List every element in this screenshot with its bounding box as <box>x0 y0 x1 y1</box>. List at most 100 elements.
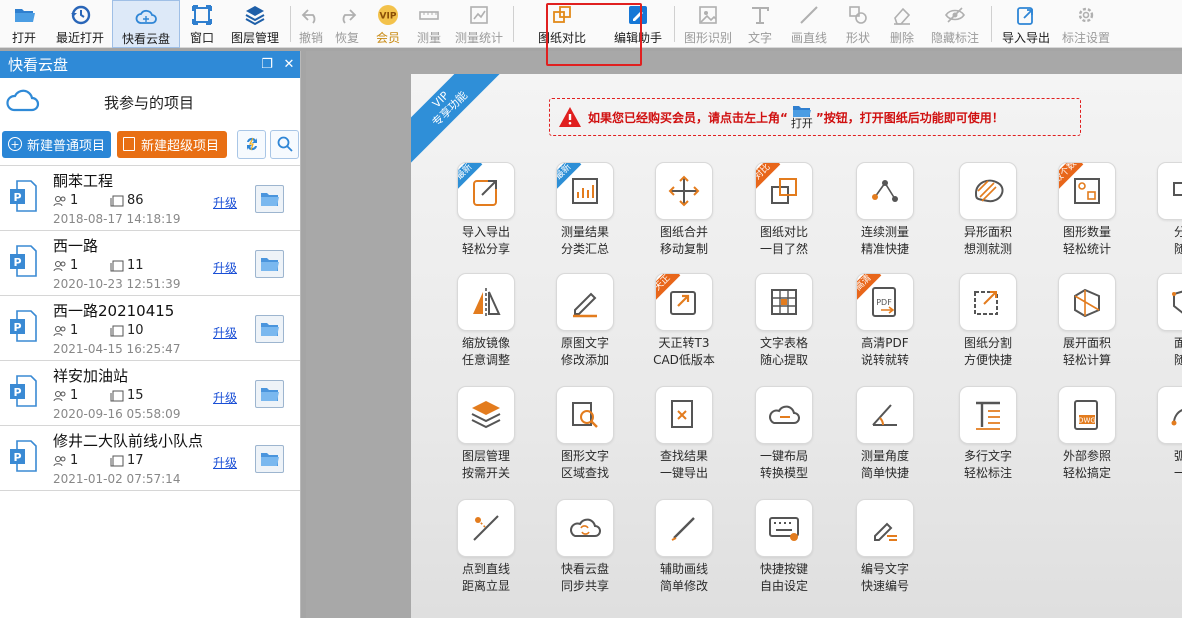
sync-button[interactable] <box>237 129 266 159</box>
feature-icon-box <box>655 386 713 444</box>
upgrade-link[interactable]: 升级 <box>213 454 237 471</box>
feature-tile[interactable]: 最新 导入导出 轻松分享 <box>446 162 526 258</box>
feature-label: 面积 随心 <box>1173 336 1182 367</box>
feature-label: 一键布局 转换模型 <box>759 449 808 480</box>
project-row[interactable]: P 西一路 1 11 2020-10-23 12:51:39 升级 <box>0 231 300 296</box>
line-icon <box>800 6 818 24</box>
feature-tile[interactable]: DWG 外部参照 轻松搞定 <box>1047 386 1127 482</box>
feature-label: 图纸分割 方便快捷 <box>963 336 1012 367</box>
upgrade-link[interactable]: 升级 <box>213 259 237 276</box>
import-export-icon <box>473 180 497 206</box>
upgrade-link[interactable]: 升级 <box>213 389 237 406</box>
feature-icon-box <box>755 273 813 331</box>
toolbar-hide-annotations-button[interactable]: 隐藏标注 <box>923 0 987 48</box>
hide-icon <box>945 7 965 23</box>
toolbar-redo-button[interactable]: 恢复 <box>327 0 367 48</box>
search-button[interactable] <box>270 129 299 159</box>
feature-tile[interactable]: 图纸合并 移动复制 <box>644 162 724 258</box>
project-row[interactable]: P 西一路20210415 1 10 2021-04-15 16:25:47 升级 <box>0 296 300 361</box>
feature-tile[interactable]: 文字表格 随心提取 <box>744 273 824 369</box>
feature-tile[interactable]: 天正 天正转T3 CAD低版本 <box>644 273 724 369</box>
file-count: 15 <box>110 388 144 403</box>
svg-text:P: P <box>13 321 21 334</box>
feature-tile[interactable]: 快看云盘 同步共享 <box>545 499 625 595</box>
toolbar-line-button[interactable]: 画直线 <box>783 0 835 48</box>
svg-text:DWG: DWG <box>1078 417 1096 425</box>
cloud-icon <box>135 9 157 24</box>
feature-tile[interactable]: 图形文字 区域查找 <box>545 386 625 482</box>
project-name: 修井二大队前线小队点 <box>53 432 204 450</box>
toolbar-measure-stats-button[interactable]: 测量统计 <box>449 0 509 48</box>
feature-tile[interactable]: 多行文字 轻松标注 <box>948 386 1028 482</box>
toolbar-separator <box>674 6 675 42</box>
open-folder-button[interactable] <box>255 315 284 343</box>
feature-tile[interactable]: 面积 随心 <box>1146 273 1182 369</box>
feature-tile[interactable]: 对比 图纸对比 一目了然 <box>744 162 824 258</box>
continuous-measure-icon <box>872 180 898 202</box>
feature-tile[interactable]: 辅助画线 简单修改 <box>644 499 724 595</box>
feature-icon-box <box>856 499 914 557</box>
toolbar-shape-recognize-button[interactable]: 图形识别 <box>679 0 737 48</box>
irregular-area-icon <box>974 179 1004 203</box>
toolbar-delete-button[interactable]: 删除 <box>881 0 923 48</box>
feature-label: 弧长 一点 <box>1173 449 1182 480</box>
open-folder-button[interactable] <box>255 185 284 213</box>
toolbar-cloud-button[interactable]: 快看云盘 <box>112 0 180 48</box>
toolbar-undo-button[interactable]: 撤销 <box>295 0 327 48</box>
new-normal-project-button[interactable]: + 新建普通项目 <box>2 130 111 158</box>
feature-tile[interactable]: 编号文字 快速编号 <box>845 499 925 595</box>
feature-tile[interactable]: 原图文字 修改添加 <box>545 273 625 369</box>
project-row[interactable]: P 祥安加油站 1 15 2020-09-16 05:58:09 升级 <box>0 361 300 426</box>
toolbar-recent-button[interactable]: 最近打开 <box>48 0 112 48</box>
toolbar-shape-button[interactable]: 形状 <box>835 0 881 48</box>
sync-icon <box>246 137 257 151</box>
feature-tile[interactable]: 弧长 一点 <box>1146 386 1182 482</box>
restore-icon[interactable]: ❐ <box>256 57 278 72</box>
feature-tile[interactable]: 点到直线 距离立显 <box>446 499 526 595</box>
new-super-project-button[interactable]: 新建超级项目 <box>117 130 227 158</box>
feature-tile[interactable]: 查找结果 一键导出 <box>644 386 724 482</box>
feature-tile[interactable]: 高清 PDF 高清PDF 说转就转 <box>845 273 925 369</box>
feature-tile[interactable]: 快捷按键 自由设定 <box>744 499 824 595</box>
feature-tile[interactable]: 图层管理 按需开关 <box>446 386 526 482</box>
open-folder-button[interactable] <box>255 445 284 473</box>
upgrade-link[interactable]: 升级 <box>213 194 237 211</box>
files-icon <box>110 195 124 206</box>
toolbar-text-button[interactable]: 文字 <box>737 0 783 48</box>
section-title: 我参与的项目 <box>104 94 195 112</box>
toolbar-vip-button[interactable]: VIP 会员 <box>367 0 409 48</box>
svg-text:P: P <box>13 451 21 464</box>
toolbar-annotation-settings-button[interactable]: 标注设置 <box>1056 0 1116 48</box>
feature-tile[interactable]: 连续测量 精准快捷 <box>845 162 925 258</box>
feature-icon-box <box>755 386 813 444</box>
open-folder-icon <box>792 106 811 117</box>
close-icon[interactable]: ✕ <box>278 57 300 72</box>
feature-label: 快看云盘 同步共享 <box>560 562 609 593</box>
toolbar-layers-button[interactable]: 图层管理 <box>224 0 286 48</box>
feature-icon-box: DWG <box>1058 386 1116 444</box>
feature-tile[interactable]: 一键布局 转换模型 <box>744 386 824 482</box>
undo-icon <box>301 9 316 24</box>
feature-tile[interactable]: 缩放镜像 任意调整 <box>446 273 526 369</box>
feature-tile[interactable]: 最新 测量结果 分类汇总 <box>545 162 625 258</box>
upgrade-link[interactable]: 升级 <box>213 324 237 341</box>
feature-tile[interactable]: 异形面积 想测就测 <box>948 162 1028 258</box>
open-folder-button[interactable] <box>255 380 284 408</box>
toolbar-edit-assistant-button[interactable]: 编辑助手 <box>606 0 670 48</box>
project-row[interactable]: P 酮苯工程 1 86 2018-08-17 14:18:19 升级 <box>0 166 300 231</box>
open-folder-button[interactable] <box>255 250 284 278</box>
toolbar-measure-button[interactable]: 测量 <box>409 0 449 48</box>
toolbar-compare-button[interactable]: 图纸对比 <box>518 0 606 48</box>
project-row[interactable]: P 修井二大队前线小队点 1 17 2021-01-02 07:57:14 升级 <box>0 426 300 491</box>
import-export-icon <box>1017 7 1033 25</box>
toolbar-open-button[interactable]: 打开 <box>0 0 48 48</box>
feature-tile[interactable]: 图纸分割 方便快捷 <box>948 273 1028 369</box>
feature-tile[interactable]: 展开面积 轻松计算 <box>1047 273 1127 369</box>
toolbar-window-button[interactable]: 窗口 <box>180 0 224 48</box>
text-icon <box>752 7 769 24</box>
feature-tile[interactable]: 分解 随心 <box>1146 162 1182 258</box>
feature-tile[interactable]: 测量角度 简单快捷 <box>845 386 925 482</box>
toolbar-import-export-button[interactable]: 导入导出 <box>996 0 1056 48</box>
member-count: 1 <box>53 258 110 273</box>
feature-tile[interactable]: 数个数 图形数量 轻松统计 <box>1047 162 1127 258</box>
